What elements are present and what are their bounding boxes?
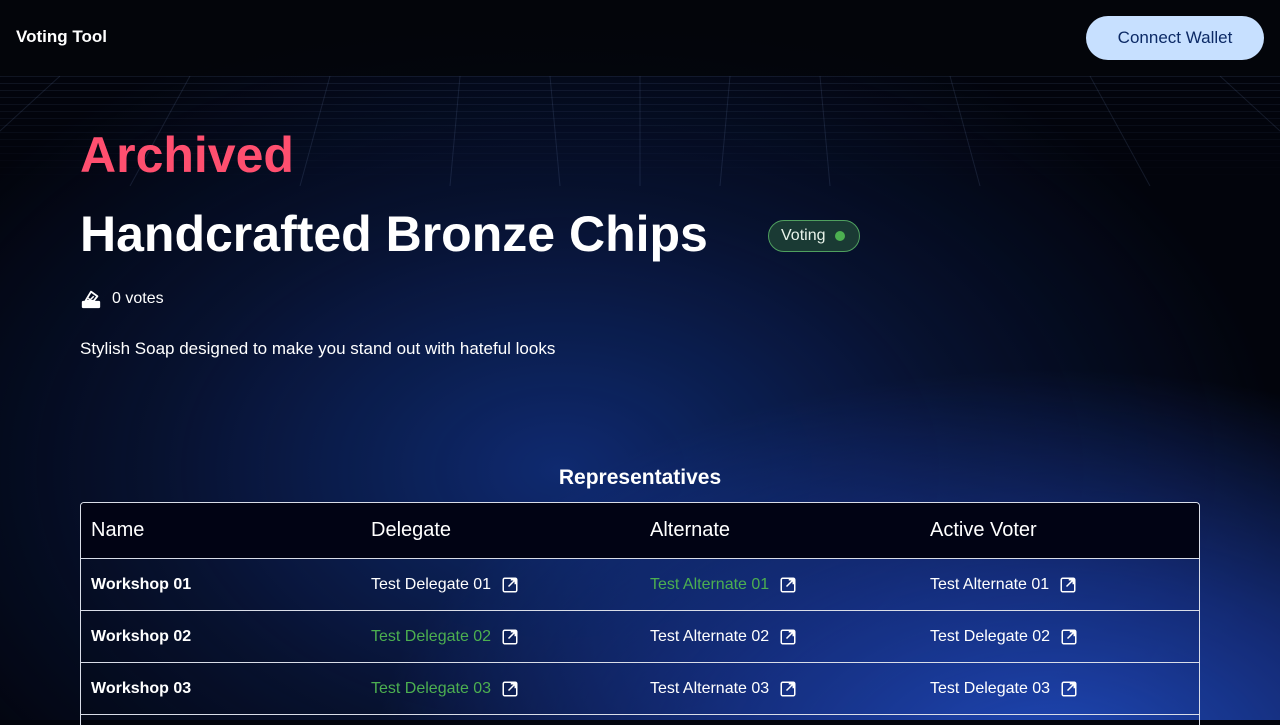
column-header-name: Name	[91, 519, 145, 541]
alternate-link-label[interactable]: Test Alternate 01	[650, 576, 769, 594]
table-header: Name Delegate Alternate Active Voter	[81, 503, 1199, 559]
table-row: Workshop 02 Test Delegate 02 Test Alternat…	[81, 611, 1199, 663]
external-link-icon[interactable]	[779, 680, 797, 698]
active-voter-link[interactable]: Test Delegate 02	[920, 628, 1199, 646]
external-link-icon[interactable]	[1059, 576, 1077, 594]
delegate-link[interactable]: Test Delegate 03	[361, 680, 640, 698]
table-row: Workshop 03 Test Delegate 03 Test Alternat…	[81, 663, 1199, 715]
votes-count-text: 0 votes	[112, 290, 164, 307]
delegate-link[interactable]: Test Delegate 02	[361, 628, 640, 646]
active-voter-link-label[interactable]: Test Delegate 02	[930, 628, 1050, 646]
votes-count: 0 votes	[80, 288, 164, 310]
delegate-link-label[interactable]: Test Delegate 02	[371, 628, 491, 646]
workshop-name: Workshop 01	[91, 575, 192, 593]
status-dot-icon	[835, 231, 846, 241]
external-link-icon[interactable]	[501, 628, 519, 646]
proposal-title: Handcrafted Bronze Chips	[80, 206, 708, 262]
external-link-icon[interactable]	[1060, 628, 1078, 646]
active-voter-link[interactable]: Test Delegate 03	[920, 680, 1199, 698]
connect-wallet-button[interactable]: Connect Wallet	[1086, 16, 1264, 60]
external-link-icon[interactable]	[779, 628, 797, 646]
workshop-name: Workshop 02	[91, 627, 192, 645]
app-title[interactable]: Voting Tool	[16, 27, 107, 47]
table-row	[81, 715, 1199, 725]
column-header-alternate: Alternate	[650, 519, 731, 541]
workshop-name: Workshop 03	[91, 679, 192, 697]
external-link-icon[interactable]	[779, 576, 797, 594]
status-badge: Voting	[768, 220, 861, 252]
delegate-link-label[interactable]: Test Delegate 03	[371, 680, 491, 698]
ballot-box-icon	[81, 290, 101, 309]
table-body: Workshop 01 Test Delegate 01 Test Alternat…	[81, 559, 1199, 715]
alternate-link[interactable]: Test Alternate 02	[640, 628, 920, 646]
external-link-icon[interactable]	[501, 576, 519, 594]
alternate-link[interactable]: Test Alternate 03	[640, 680, 920, 698]
alternate-link[interactable]: Test Alternate 01	[640, 576, 920, 594]
external-link-icon[interactable]	[1060, 680, 1078, 698]
top-bar: Voting Tool Connect Wallet	[0, 0, 1280, 76]
column-header-active-voter: Active Voter	[930, 519, 1037, 541]
alternate-link-label[interactable]: Test Alternate 02	[650, 628, 769, 646]
proposal-status-heading: Archived	[80, 127, 294, 183]
delegate-link-label[interactable]: Test Delegate 01	[371, 576, 491, 594]
table-row: Workshop 01 Test Delegate 01 Test Alternat…	[81, 559, 1199, 611]
proposal-description: Stylish Soap designed to make you stand …	[80, 339, 556, 358]
alternate-link-label[interactable]: Test Alternate 03	[650, 680, 769, 698]
status-badge-label: Voting	[781, 227, 826, 244]
representatives-title: Representatives	[558, 466, 722, 489]
active-voter-link-label[interactable]: Test Alternate 01	[930, 576, 1049, 594]
active-voter-link-label[interactable]: Test Delegate 03	[930, 680, 1050, 698]
representatives-table: Name Delegate Alternate Active Voter Wor…	[80, 502, 1200, 725]
external-link-icon[interactable]	[501, 680, 519, 698]
column-header-delegate: Delegate	[371, 519, 452, 541]
delegate-link[interactable]: Test Delegate 01	[361, 576, 640, 594]
active-voter-link[interactable]: Test Alternate 01	[920, 576, 1199, 594]
